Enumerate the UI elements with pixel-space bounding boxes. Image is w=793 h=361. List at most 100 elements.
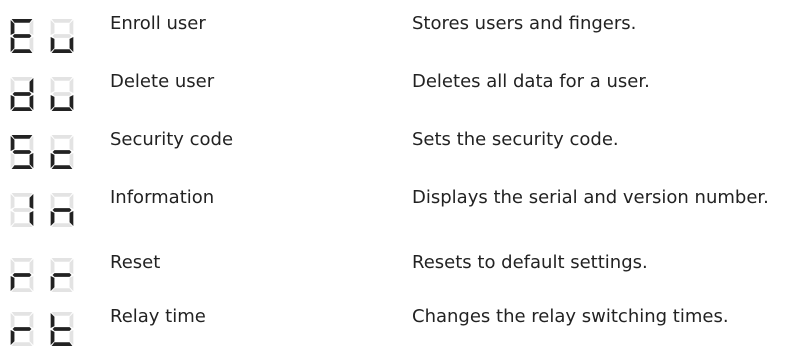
segment-a (11, 193, 33, 197)
menu-label: Enroll user (110, 13, 206, 34)
segment-f (10, 258, 15, 275)
segment-b (29, 135, 34, 152)
segment-g (12, 327, 32, 331)
menu-row-delete-user: Delete user Deletes all data for a user. (0, 68, 793, 126)
segment-f (50, 193, 55, 210)
segment-c (69, 94, 74, 111)
segment-c (69, 36, 74, 53)
segment-e (50, 94, 55, 111)
segment-d (11, 165, 33, 169)
seven-segment-code (5, 74, 79, 114)
segment-b (69, 258, 74, 275)
segment-d (11, 223, 33, 227)
segment-f (10, 77, 15, 94)
segment-b (69, 193, 74, 210)
segment-f (10, 193, 15, 210)
seven-segment-code (5, 255, 79, 295)
segment-c (29, 36, 34, 53)
segment-e (50, 152, 55, 169)
seven-segment-digit (50, 135, 74, 169)
segment-a (51, 135, 73, 139)
segment-g (52, 208, 72, 212)
menu-description: Stores users and fingers. (412, 13, 637, 34)
segment-e (50, 210, 55, 227)
segment-b (69, 312, 74, 329)
segment-b (69, 135, 74, 152)
segment-e (50, 275, 55, 292)
menu-description: Sets the security code. (412, 129, 619, 150)
segment-a (11, 312, 33, 316)
menu-label: Relay time (110, 306, 206, 327)
seven-segment-code (5, 309, 79, 349)
segment-d (51, 165, 73, 169)
segment-b (29, 258, 34, 275)
segment-d (11, 107, 33, 111)
menu-row-enroll-user: Enroll user Stores users and fingers. (0, 10, 793, 68)
segment-g (52, 327, 72, 331)
menu-row-reset: Reset Resets to default settings. (0, 249, 793, 307)
segment-g (52, 34, 72, 38)
segment-a (51, 193, 73, 197)
segment-b (69, 77, 74, 94)
seven-segment-digit (10, 19, 34, 53)
segment-d (11, 288, 33, 292)
segment-g (52, 92, 72, 96)
segment-d (51, 223, 73, 227)
seven-segment-digit (10, 135, 34, 169)
segment-e (10, 94, 15, 111)
menu-options-table: Enroll user Stores users and fingers. De… (0, 0, 793, 353)
segment-e (10, 36, 15, 53)
segment-c (29, 210, 34, 227)
segment-c (29, 152, 34, 169)
seven-segment-digit (10, 258, 34, 292)
menu-description: Resets to default settings. (412, 252, 648, 273)
seven-segment-code (5, 132, 79, 172)
segment-a (51, 258, 73, 262)
menu-label: Information (110, 187, 215, 208)
segment-b (29, 19, 34, 36)
segment-a (11, 19, 33, 23)
seven-segment-digit (10, 312, 34, 346)
seven-segment-digit (50, 312, 74, 346)
segment-a (51, 312, 73, 316)
segment-c (29, 275, 34, 292)
segment-a (51, 77, 73, 81)
seven-segment-digit (50, 258, 74, 292)
segment-d (11, 49, 33, 53)
segment-c (69, 210, 74, 227)
menu-row-security-code: Security code Sets the security code. (0, 126, 793, 184)
segment-b (69, 19, 74, 36)
segment-c (69, 275, 74, 292)
segment-d (11, 342, 33, 346)
segment-g (12, 150, 32, 154)
seven-segment-digit (50, 19, 74, 53)
segment-f (10, 312, 15, 329)
menu-label: Reset (110, 252, 161, 273)
segment-f (50, 19, 55, 36)
segment-f (50, 312, 55, 329)
seven-segment-digit (50, 193, 74, 227)
segment-f (50, 135, 55, 152)
segment-d (51, 107, 73, 111)
segment-d (51, 342, 73, 346)
segment-e (10, 210, 15, 227)
segment-b (29, 77, 34, 94)
segment-b (29, 312, 34, 329)
segment-e (10, 275, 15, 292)
segment-g (12, 208, 32, 212)
segment-a (11, 135, 33, 139)
segment-f (50, 77, 55, 94)
segment-c (69, 152, 74, 169)
menu-row-information: Information Displays the serial and vers… (0, 184, 793, 242)
segment-c (29, 94, 34, 111)
segment-c (29, 329, 34, 346)
seven-segment-code (5, 190, 79, 230)
segment-f (10, 19, 15, 36)
menu-label: Security code (110, 129, 234, 150)
segment-e (50, 36, 55, 53)
segment-b (29, 193, 34, 210)
segment-f (10, 135, 15, 152)
menu-row-relay-time: Relay time Changes the relay switching t… (0, 303, 793, 361)
segment-a (11, 77, 33, 81)
seven-segment-digit (10, 193, 34, 227)
